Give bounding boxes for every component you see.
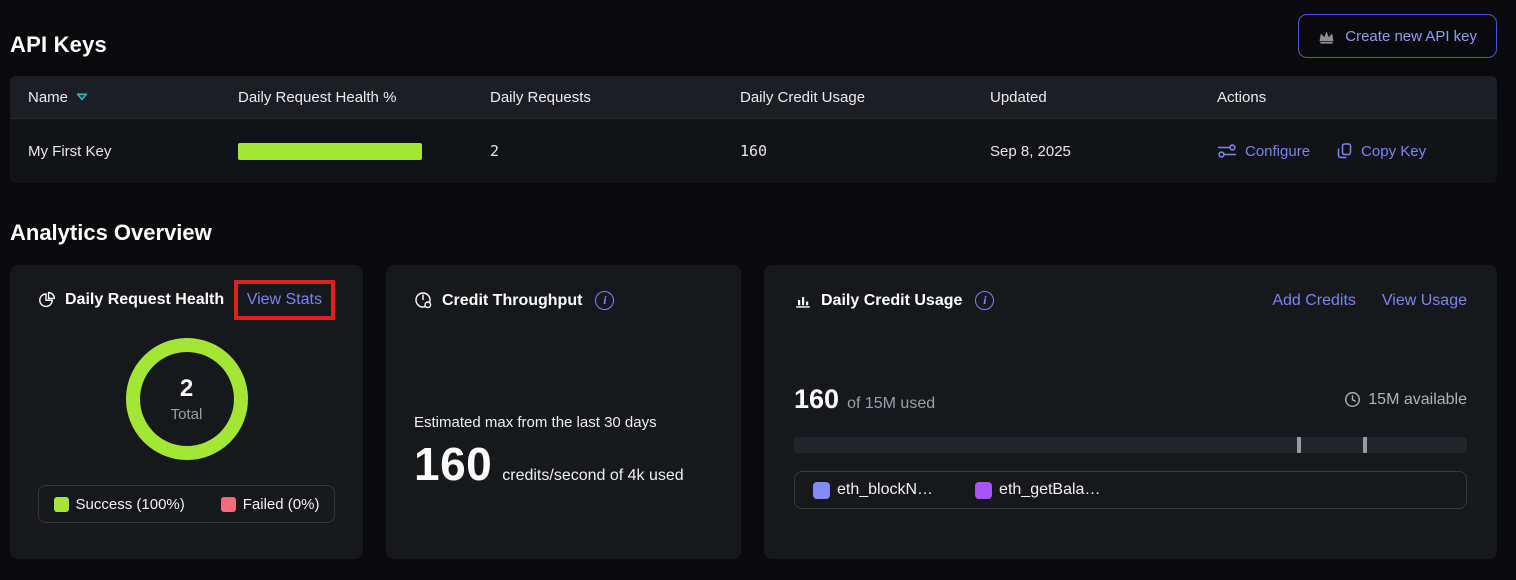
- dashboard-page: API Keys Create new API key Name D: [0, 14, 1516, 559]
- crown-icon: [1318, 29, 1335, 44]
- card-credit-throughput: Credit Throughput i Estimated max from t…: [386, 265, 741, 559]
- cell-daily-requests: 2: [490, 142, 740, 160]
- success-label: Success (100%): [76, 496, 185, 513]
- view-stats-link[interactable]: View Stats: [247, 291, 322, 309]
- copy-key-link[interactable]: Copy Key: [1336, 142, 1426, 160]
- column-updated: Updated: [990, 89, 1217, 106]
- card-daily-request-health: Daily Request Health View Stats 2 Total …: [10, 265, 363, 559]
- gauge-icon: [414, 291, 433, 310]
- view-usage-link[interactable]: View Usage: [1382, 292, 1467, 310]
- column-actions: Actions: [1217, 89, 1479, 106]
- legend-item-eth-blocknumber: eth_blockN…: [813, 481, 933, 499]
- cell-credit-usage: 160: [740, 142, 990, 160]
- cell-actions: Configure Copy Key: [1217, 142, 1479, 160]
- donut-total-value: 2: [180, 375, 193, 403]
- legend-item-eth-getbalance: eth_getBala…: [975, 481, 1100, 499]
- configure-link[interactable]: Configure: [1217, 143, 1310, 160]
- eth-getbalance-label: eth_getBala…: [999, 481, 1100, 499]
- legend-item-success: Success (100%): [54, 496, 185, 513]
- legend-item-failed: Failed (0%): [221, 496, 320, 513]
- eth-getbalance-swatch: [975, 482, 992, 499]
- create-api-key-button[interactable]: Create new API key: [1298, 14, 1497, 58]
- pie-chart-icon: [38, 291, 56, 309]
- card-health-title: Daily Request Health: [65, 291, 224, 309]
- throughput-subtitle: Estimated max from the last 30 days: [414, 414, 713, 431]
- available-label: 15M available: [1368, 391, 1467, 409]
- credit-usage-progress-bar: [794, 437, 1467, 453]
- donut-total-label: Total: [171, 406, 203, 423]
- copy-key-label: Copy Key: [1361, 143, 1426, 160]
- card-daily-credit-usage: Daily Credit Usage i Add Credits View Us…: [764, 265, 1497, 559]
- progress-tick: [1363, 437, 1367, 453]
- credits-used-value: 160: [794, 386, 839, 413]
- sliders-icon: [1217, 143, 1237, 159]
- sort-down-icon[interactable]: [76, 93, 88, 101]
- cell-updated: Sep 8, 2025: [990, 143, 1217, 160]
- eth-blocknumber-swatch: [813, 482, 830, 499]
- create-api-key-label: Create new API key: [1345, 28, 1477, 45]
- page-title: API Keys: [10, 32, 107, 58]
- throughput-suffix: credits/second of 4k used: [502, 467, 683, 485]
- available-group: 15M available: [1344, 391, 1467, 409]
- column-credit-usage: Daily Credit Usage: [740, 89, 990, 106]
- card-health-header: Daily Request Health View Stats: [38, 280, 335, 320]
- eth-blocknumber-label: eth_blockN…: [837, 481, 933, 499]
- throughput-value: 160: [414, 441, 492, 487]
- column-name-label: Name: [28, 89, 68, 106]
- bar-chart-icon: [794, 292, 812, 310]
- usage-links: Add Credits View Usage: [1272, 292, 1467, 310]
- card-usage-title: Daily Credit Usage: [821, 292, 962, 310]
- donut-chart-wrap: 2 Total: [38, 338, 335, 460]
- success-swatch: [54, 497, 69, 512]
- view-stats-annotation-box: View Stats: [234, 280, 335, 320]
- table-header: Name Daily Request Health % Daily Reques…: [10, 76, 1497, 118]
- info-icon[interactable]: i: [595, 291, 614, 310]
- card-throughput-title: Credit Throughput: [442, 292, 582, 310]
- column-daily-requests: Daily Requests: [490, 89, 740, 106]
- configure-label: Configure: [1245, 143, 1310, 160]
- api-keys-table: Name Daily Request Health % Daily Reques…: [10, 76, 1497, 183]
- credits-used-suffix: of 15M used: [847, 395, 935, 413]
- health-bar-fill: [238, 143, 422, 160]
- usage-summary-row: 160 of 15M used 15M available: [794, 386, 1467, 413]
- analytics-title: Analytics Overview: [10, 220, 1497, 246]
- failed-swatch: [221, 497, 236, 512]
- failed-label: Failed (0%): [243, 496, 320, 513]
- table-row: My First Key 2 160 Sep 8, 2025: [10, 118, 1497, 183]
- column-health: Daily Request Health %: [238, 89, 490, 106]
- cell-health: [238, 143, 490, 160]
- request-health-donut: 2 Total: [126, 338, 248, 460]
- used-group: 160 of 15M used: [794, 386, 935, 413]
- add-credits-link[interactable]: Add Credits: [1272, 292, 1356, 310]
- info-icon[interactable]: i: [975, 291, 994, 310]
- usage-legend: eth_blockN… eth_getBala…: [794, 471, 1467, 509]
- card-throughput-header: Credit Throughput i: [414, 291, 713, 310]
- topbar: API Keys Create new API key: [10, 14, 1497, 58]
- progress-tick: [1297, 437, 1301, 453]
- clock-icon: [1344, 391, 1361, 408]
- throughput-value-row: 160 credits/second of 4k used: [414, 441, 713, 487]
- cell-key-name: My First Key: [28, 143, 238, 160]
- column-name: Name: [28, 89, 238, 106]
- health-bar-track: [238, 143, 422, 160]
- health-legend: Success (100%) Failed (0%): [38, 485, 335, 523]
- analytics-cards: Daily Request Health View Stats 2 Total …: [10, 265, 1497, 559]
- card-usage-header: Daily Credit Usage i Add Credits View Us…: [794, 291, 1467, 310]
- copy-icon: [1336, 142, 1353, 160]
